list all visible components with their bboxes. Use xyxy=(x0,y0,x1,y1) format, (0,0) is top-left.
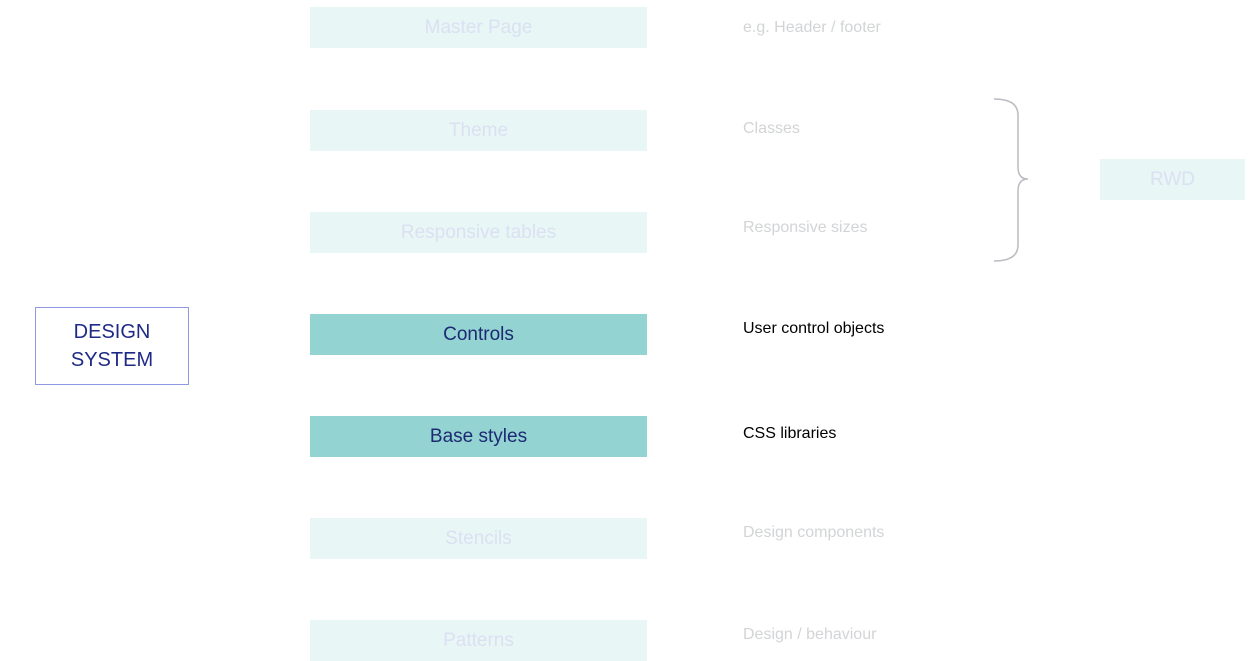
grouping-brace-icon xyxy=(993,98,1029,262)
layer-description-base-styles: CSS libraries xyxy=(743,425,837,442)
layer-patterns: Patterns xyxy=(310,620,647,661)
layer-label: Controls xyxy=(443,323,514,345)
layer-label: Stencils xyxy=(445,527,512,549)
layer-theme: Theme xyxy=(310,110,647,151)
layer-description-stencils: Design components xyxy=(743,524,885,541)
layer-controls: Controls xyxy=(310,314,647,355)
layer-responsive-tables: Responsive tables xyxy=(310,212,647,253)
rwd-box: RWD xyxy=(1100,159,1245,200)
rwd-label: RWD xyxy=(1149,168,1196,190)
design-system-label-line1: DESIGN xyxy=(73,321,151,343)
layer-label: Theme xyxy=(448,119,509,141)
layer-base-styles: Base styles xyxy=(310,416,647,457)
layer-label: Patterns xyxy=(443,629,514,651)
layer-description-patterns: Design / behaviour xyxy=(743,626,877,643)
layer-description-master-page: e.g. Header / footer xyxy=(743,19,881,36)
design-system-box: DESIGN SYSTEM xyxy=(35,307,189,385)
layer-master-page: Master Page xyxy=(310,7,647,48)
layer-label: Master Page xyxy=(424,16,533,38)
layer-label: Base styles xyxy=(429,425,528,447)
layer-description-theme: Classes xyxy=(743,120,800,137)
design-system-label-line2: SYSTEM xyxy=(70,349,154,371)
layer-description-responsive-tables: Responsive sizes xyxy=(743,219,868,236)
layer-description-controls: User control objects xyxy=(743,320,885,337)
layer-stencils: Stencils xyxy=(310,518,647,559)
layer-label: Responsive tables xyxy=(400,221,557,243)
